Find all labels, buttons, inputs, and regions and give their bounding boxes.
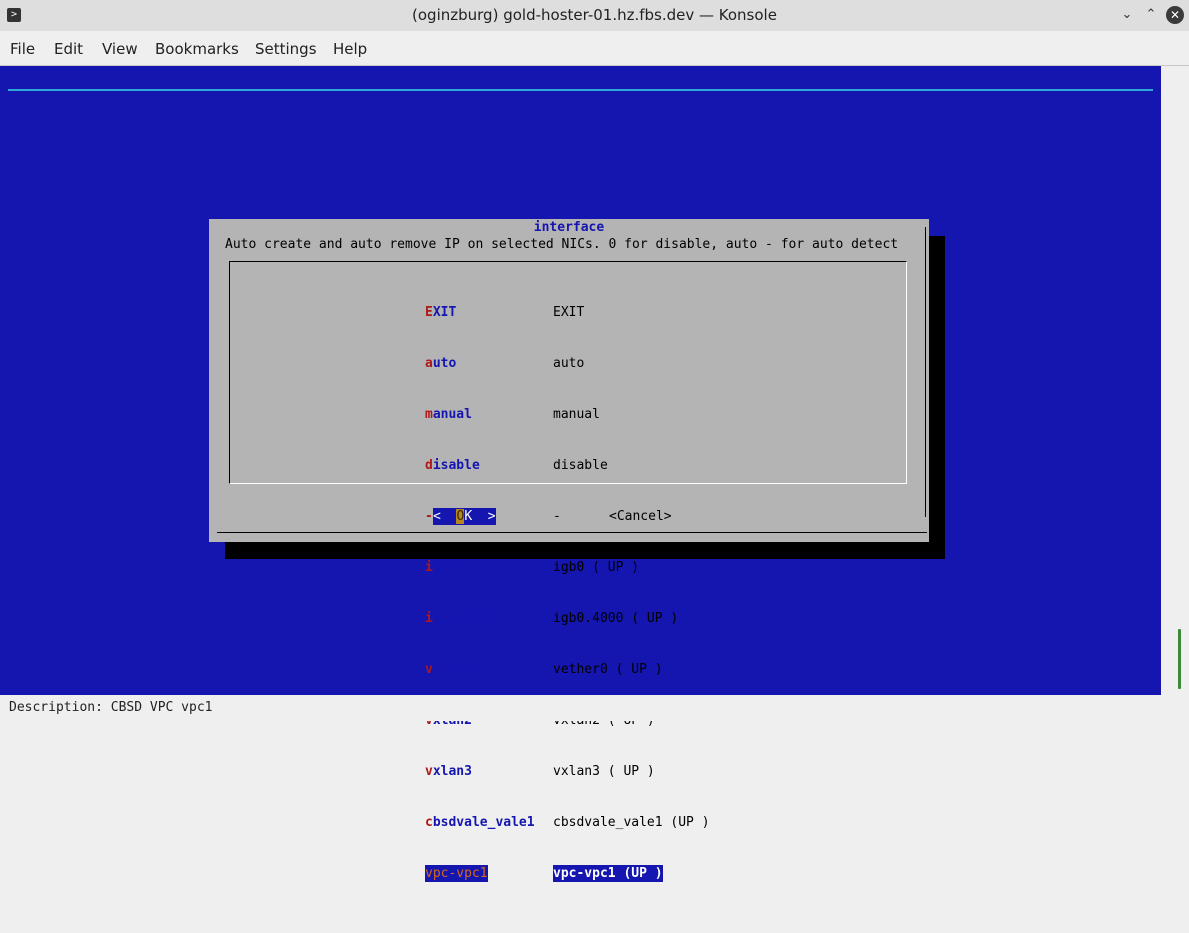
menu-item: igb0.4000 ( UP ) [553, 611, 679, 626]
hotkey: a [425, 356, 433, 371]
menu-edit[interactable]: Edit [54, 40, 83, 58]
menu-tag: isable [432, 458, 480, 473]
menu-tag: uto [432, 356, 457, 371]
menu-tag: pc-vpc1 [432, 866, 488, 881]
interface-menu: EXIT EXIT auto auto manual manual disabl… [425, 270, 710, 916]
menu-tag: gb0.4000 [432, 611, 496, 626]
scrollbar-thumb[interactable] [1178, 629, 1181, 689]
menu-tag: XIT [432, 305, 457, 320]
ok-left: < [433, 509, 457, 524]
menu-bookmarks[interactable]: Bookmarks [155, 40, 239, 58]
hotkey: d [425, 458, 433, 473]
menu-row-igb0[interactable]: igb0 igb0 ( UP ) [425, 559, 639, 576]
menu-row-vether0[interactable]: vether0 vether0 ( UP ) [425, 661, 663, 678]
hotkey: c [425, 815, 433, 830]
menubar: File Edit View Bookmarks Settings Help [0, 31, 1189, 66]
menu-tag: anual [432, 407, 472, 422]
minimize-icon[interactable]: ⌄ [1118, 6, 1136, 24]
interface-dialog: interface Auto create and auto remove IP… [209, 219, 929, 882]
hotkey: E [425, 305, 433, 320]
menu-item: vpc-vpc1 (UP ) [553, 865, 663, 882]
menu-item: igb0 ( UP ) [553, 560, 640, 575]
menu-view[interactable]: View [102, 40, 138, 58]
maximize-icon[interactable]: ⌃ [1142, 6, 1160, 24]
dialog-description: Auto create and auto remove IP on select… [225, 237, 899, 252]
menu-tag: xlan3 [432, 764, 472, 779]
hotkey: i [425, 560, 433, 575]
menu-item: vxlan3 ( UP ) [553, 764, 655, 779]
menu-file[interactable]: File [10, 40, 35, 58]
ok-right: K > [464, 509, 496, 524]
backtitle-line [8, 89, 1153, 91]
menu-row-exit[interactable]: EXIT EXIT [425, 304, 584, 321]
hotkey: i [425, 611, 433, 626]
hotkey: v [425, 866, 433, 881]
ok-button[interactable]: < OK > [433, 508, 496, 525]
menu-item: vether0 ( UP ) [553, 662, 663, 677]
dialog-border [923, 227, 926, 517]
cancel-button[interactable]: <Cancel> [609, 508, 672, 525]
menu-item: auto [553, 356, 585, 371]
menu-row-cbsdvale-vale1[interactable]: cbsdvale_vale1 cbsdvale_vale1 (UP ) [425, 814, 710, 831]
menu-row-manual[interactable]: manual manual [425, 406, 600, 423]
dialog-title: interface [533, 220, 605, 235]
menu-row-igb0-4000[interactable]: igb0.4000 igb0.4000 ( UP ) [425, 610, 678, 627]
menu-item: - [553, 509, 561, 524]
hotkey: v [425, 662, 433, 677]
menu-item: manual [553, 407, 600, 422]
window-titlebar[interactable]: > (oginzburg) gold-hoster-01.hz.fbs.dev … [0, 0, 1189, 31]
menu-settings[interactable]: Settings [255, 40, 317, 58]
menu-item: cbsdvale_vale1 (UP ) [553, 815, 710, 830]
menu-row-vpc-vpc1-selected[interactable]: vpc-vpc1 vpc-vpc1 (UP ) [425, 865, 663, 882]
menu-tag: bsdvale_vale1 [432, 815, 535, 830]
status-description: Description: CBSD VPC vpc1 [9, 700, 213, 715]
menu-item: EXIT [553, 305, 585, 320]
window-title: (oginzburg) gold-hoster-01.hz.fbs.dev — … [412, 6, 777, 24]
menu-tag: gb0 [432, 560, 457, 575]
menu-box [229, 261, 907, 484]
menu-row-auto[interactable]: auto auto [425, 355, 584, 372]
menu-item: disable [553, 458, 608, 473]
status-bar: Description: CBSD VPC vpc1 [0, 695, 1189, 721]
menu-help[interactable]: Help [333, 40, 367, 58]
menu-row-disable[interactable]: disable disable [425, 457, 608, 474]
menu-row-vxlan3[interactable]: vxlan3 vxlan3 ( UP ) [425, 763, 655, 780]
hotkey: - [425, 509, 433, 524]
hotkey: v [425, 764, 433, 779]
scrollbar-track[interactable] [1161, 66, 1189, 695]
hotkey: m [425, 407, 433, 422]
button-separator [217, 532, 927, 533]
menu-tag: ether0 [432, 662, 480, 677]
close-icon[interactable]: ✕ [1166, 6, 1184, 24]
